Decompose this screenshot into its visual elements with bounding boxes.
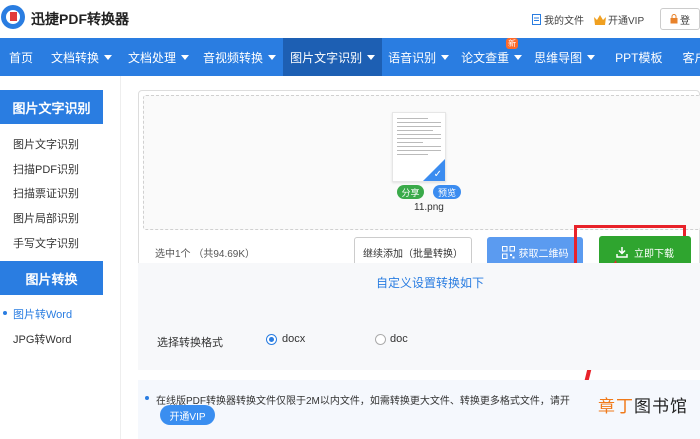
nav-label: 客户端 xyxy=(682,50,700,65)
bullet-icon xyxy=(145,396,149,400)
share-button[interactable]: 分享 xyxy=(397,185,424,199)
file-icon xyxy=(532,14,541,25)
radio-doc-label[interactable]: doc xyxy=(390,333,408,345)
app-logo-icon xyxy=(1,5,25,29)
sidebar-item-handwriting[interactable]: 手写文字识别 xyxy=(13,235,79,251)
vip-label: 开通VIP xyxy=(608,16,645,27)
chevron-down-icon xyxy=(268,54,277,60)
chevron-down-icon xyxy=(104,54,113,60)
nav-thesis-check[interactable]: 论文查重新 xyxy=(455,38,528,76)
watermark-part2: 图书馆 xyxy=(634,397,688,416)
nav-doc-process[interactable]: 文档处理 xyxy=(121,38,196,76)
sidebar-item-jpg-to-word[interactable]: JPG转Word xyxy=(13,331,71,347)
new-badge: 新 xyxy=(506,38,519,49)
selected-info: 选中1个 （共94.69K） xyxy=(155,249,256,260)
sidebar-section-image-convert-title: 图片转换 xyxy=(0,261,103,295)
nav-client[interactable]: 客户端 xyxy=(676,38,700,76)
nav-label: 语音识别 xyxy=(388,50,437,65)
crown-icon xyxy=(594,14,606,25)
sidebar-item-scan-pdf[interactable]: 扫描PDF识别 xyxy=(13,161,79,177)
my-files-link[interactable]: 我的文件 xyxy=(531,12,584,27)
top-header: 迅捷PDF转换器 我的文件 开通VIP 登 xyxy=(0,0,700,38)
format-label: 选择转换格式 xyxy=(157,337,223,349)
nav-speech[interactable]: 语音识别 xyxy=(382,38,455,76)
download-label: 立即下载 xyxy=(634,248,674,260)
my-files-label: 我的文件 xyxy=(544,16,584,27)
nav-media-convert[interactable]: 音视频转换 xyxy=(196,38,283,76)
nav-image-ocr[interactable]: 图片文字识别 xyxy=(283,38,383,76)
preview-button[interactable]: 预览 xyxy=(433,185,461,199)
sidebar-item-partial-ocr[interactable]: 图片局部识别 xyxy=(13,210,79,226)
brand-name: 迅捷PDF转换器 xyxy=(31,11,129,27)
sidebar-item-image-to-word[interactable]: 图片转Word xyxy=(13,306,72,322)
sidebar-item-scan-ticket[interactable]: 扫描票证识别 xyxy=(13,185,79,201)
nav-label: 论文查重 xyxy=(461,50,510,65)
sidebar-section-ocr-title: 图片文字识别 xyxy=(0,90,103,124)
chevron-down-icon xyxy=(367,54,376,60)
file-thumbnail[interactable]: ✓ xyxy=(392,112,446,182)
sidebar-item-image-ocr[interactable]: 图片文字识别 xyxy=(13,136,79,152)
nav-mindmap[interactable]: 思维导图 xyxy=(528,38,601,76)
lock-icon xyxy=(670,14,678,24)
radio-docx-label[interactable]: docx xyxy=(282,333,305,345)
nav-doc-convert[interactable]: 文档转换 xyxy=(42,38,121,76)
nav-label: 文档转换 xyxy=(51,50,100,65)
sidebar-divider xyxy=(120,76,121,439)
main-nav: 首页 文档转换 文档处理 音视频转换 图片文字识别 语音识别 论文查重新 思维导… xyxy=(0,38,700,76)
nav-home[interactable]: 首页 xyxy=(0,38,42,76)
nav-label: 图片文字识别 xyxy=(290,50,363,65)
download-icon xyxy=(616,247,628,258)
login-label: 登 xyxy=(680,15,690,27)
vip-link[interactable]: 开通VIP xyxy=(594,12,644,27)
nav-label: 首页 xyxy=(9,50,34,65)
file-name: 11.png xyxy=(414,202,444,213)
qr-label: 获取二维码 xyxy=(518,248,569,260)
open-vip-button[interactable]: 开通VIP xyxy=(160,405,215,425)
nav-ppt[interactable]: PPT模板 xyxy=(601,38,676,76)
watermark-part1: 章丁 xyxy=(598,397,634,416)
radio-doc[interactable] xyxy=(375,334,386,345)
chevron-down-icon xyxy=(514,54,523,60)
radio-docx[interactable] xyxy=(266,334,277,345)
qr-code-icon xyxy=(501,245,515,259)
watermark: 章丁图书馆 xyxy=(598,392,688,417)
chevron-down-icon xyxy=(181,54,190,60)
nav-label: 音视频转换 xyxy=(203,50,264,65)
chevron-down-icon xyxy=(587,54,596,60)
settings-title: 自定义设置转换如下 xyxy=(376,276,485,290)
active-dot-icon xyxy=(3,311,7,315)
chevron-down-icon xyxy=(441,54,450,60)
nav-label: 文档处理 xyxy=(128,50,177,65)
nav-label: 思维导图 xyxy=(534,50,583,65)
nav-label: PPT模板 xyxy=(615,50,663,65)
login-button[interactable]: 登 xyxy=(660,8,700,30)
checkmark-icon: ✓ xyxy=(423,159,445,181)
